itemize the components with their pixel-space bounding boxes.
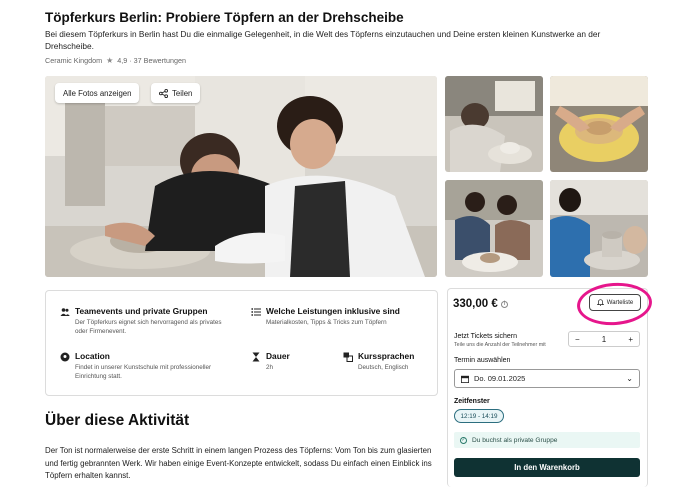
feature-desc: Materialkosten, Tipps & Tricks zum Töpfe…: [266, 319, 387, 326]
increment-button[interactable]: +: [628, 335, 633, 344]
bell-icon: [596, 299, 604, 306]
about-heading: Über diese Aktivität: [45, 412, 190, 429]
share-icon: [159, 88, 168, 98]
timeslot-label: Zeitfenster: [454, 398, 490, 405]
show-all-photos-button[interactable]: Alle Fotos anzeigen: [55, 83, 140, 103]
gallery-thumbnail-2[interactable]: [550, 76, 648, 172]
feature-title: Kurssprachen: [358, 351, 415, 361]
main-photo[interactable]: [45, 76, 437, 277]
all-photos-label: Alle Fotos anzeigen: [63, 88, 132, 98]
date-label: Termin auswählen: [454, 357, 511, 364]
quantity-stepper: − 1 +: [568, 331, 640, 347]
date-select[interactable]: Do. 09.01.2025 ⌄: [454, 369, 640, 388]
share-button[interactable]: Teilen: [151, 83, 201, 103]
hourglass-icon: [252, 352, 260, 362]
quantity-value[interactable]: 1: [602, 335, 606, 344]
tickets-subtitle: Teile uns die Anzahl der Teilnehmer mit: [454, 342, 546, 348]
rating-text[interactable]: 4,9 · 37 Bewertungen: [117, 56, 186, 65]
price-row: 330,00 € i: [453, 298, 508, 310]
about-text: Der Ton ist normalerweise der erste Schr…: [45, 446, 432, 480]
private-group-notice: ✓ Du buchst als private Gruppe: [454, 432, 640, 448]
features-box: Teamevents und private Gruppen Der Töpfe…: [45, 290, 438, 396]
page-subtitle: Bei diesem Töpferkurs in Berlin hast Du …: [45, 29, 601, 51]
gallery-thumbnail-1[interactable]: [445, 76, 543, 172]
add-to-cart-button[interactable]: In den Warenkorb: [454, 458, 640, 477]
decrement-button[interactable]: −: [575, 335, 580, 344]
timeslot-chip[interactable]: 12:19 - 14:19: [454, 409, 504, 423]
gallery-thumbnail-4[interactable]: [550, 180, 648, 277]
feature-title: Dauer: [266, 351, 290, 361]
date-value: Do. 09.01.2025: [474, 374, 526, 383]
price-value: 330,00 €: [453, 298, 498, 310]
share-label: Teilen: [172, 88, 193, 98]
chevron-down-icon: ⌄: [626, 374, 633, 383]
group-icon: [60, 308, 70, 316]
calendar-icon: [461, 375, 469, 383]
feature-title: Location: [75, 351, 110, 361]
tickets-title: Jetzt Tickets sichern: [454, 333, 518, 340]
timeslot-value: 12:19 - 14:19: [460, 412, 498, 420]
provider-link[interactable]: Ceramic Kingdom: [45, 56, 102, 65]
star-icon: ★: [106, 56, 114, 65]
info-icon[interactable]: i: [500, 300, 508, 308]
translate-icon: [343, 352, 353, 362]
feature-desc: Der Töpferkurs eignet sich hervorragend …: [75, 319, 222, 335]
location-pin-icon: [60, 352, 70, 362]
feature-title: Welche Leistungen inklusive sind: [266, 306, 400, 316]
check-circle-icon: ✓: [460, 436, 467, 444]
feature-title: Teamevents und private Gruppen: [75, 306, 208, 316]
waitlist-button[interactable]: Warteliste: [589, 294, 641, 311]
gallery-thumbnail-3[interactable]: [445, 180, 543, 277]
private-note: Du buchst als private Gruppe: [472, 436, 558, 444]
feature-desc: Findet in unserer Kunstschule mit profes…: [75, 364, 212, 380]
cart-label: In den Warenkorb: [514, 463, 580, 472]
page-title: Töpferkurs Berlin: Probiere Töpfern an d…: [45, 10, 404, 25]
waitlist-label: Warteliste: [606, 299, 634, 306]
list-icon: [251, 308, 261, 316]
provider-rating-row: Ceramic Kingdom ★ 4,9 · 37 Bewertungen: [45, 56, 186, 65]
